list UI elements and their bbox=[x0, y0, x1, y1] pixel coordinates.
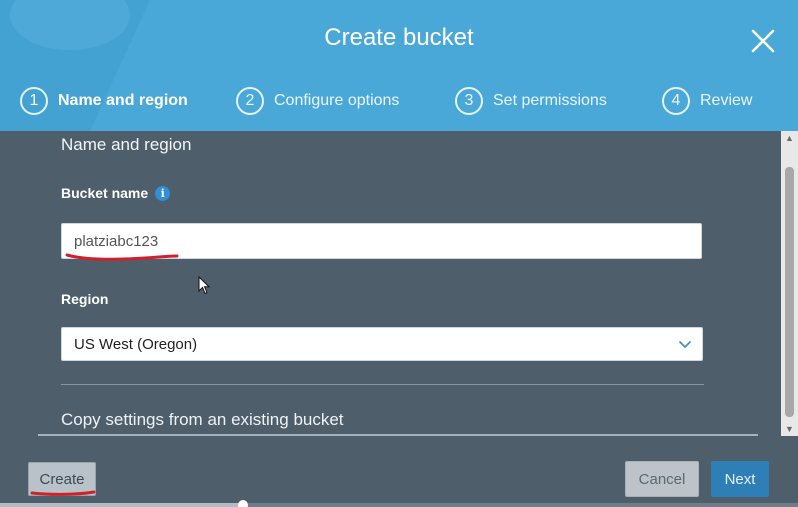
section-title: Name and region bbox=[61, 135, 192, 154]
bucket-name-label: Bucket name i bbox=[61, 185, 171, 201]
divider bbox=[61, 384, 704, 385]
step-set-permissions[interactable]: 3 Set permissions bbox=[455, 84, 607, 118]
info-icon[interactable]: i bbox=[155, 185, 171, 201]
video-progress-bar[interactable] bbox=[0, 500, 798, 507]
region-select[interactable]: US West (Oregon) bbox=[61, 327, 703, 361]
next-button[interactable]: Next bbox=[711, 461, 769, 497]
video-progress-handle[interactable] bbox=[238, 500, 248, 507]
dialog-header: Create bucket 1 Name and region 2 Config… bbox=[0, 0, 798, 131]
step-label: Review bbox=[700, 92, 753, 109]
video-progress-fill bbox=[0, 503, 244, 507]
step-number: 1 bbox=[20, 87, 48, 115]
copy-settings-link[interactable]: Copy settings from an existing bucket bbox=[61, 410, 344, 430]
close-icon[interactable] bbox=[750, 28, 776, 54]
region-select-value: US West (Oregon) bbox=[74, 335, 198, 353]
step-review[interactable]: 4 Review bbox=[662, 84, 752, 118]
mouse-pointer-icon bbox=[198, 276, 211, 295]
region-label: Region bbox=[61, 291, 109, 307]
step-name-and-region[interactable]: 1 Name and region bbox=[20, 84, 188, 118]
step-number: 2 bbox=[236, 87, 264, 115]
scrollbar[interactable]: ▲ ▼ bbox=[781, 131, 798, 436]
step-label: Configure options bbox=[274, 92, 400, 109]
scroll-down-arrow-icon[interactable]: ▼ bbox=[781, 422, 798, 436]
step-label: Name and region bbox=[58, 92, 188, 109]
red-annotation-underline bbox=[30, 490, 96, 496]
step-number: 3 bbox=[455, 87, 483, 115]
footer-divider bbox=[38, 434, 758, 436]
wizard-steps: 1 Name and region 2 Configure options 3 … bbox=[0, 84, 798, 118]
scrollbar-thumb[interactable] bbox=[785, 167, 794, 417]
cancel-button[interactable]: Cancel bbox=[625, 461, 699, 497]
chevron-down-icon bbox=[679, 341, 691, 348]
red-annotation-underline bbox=[65, 253, 179, 261]
dialog-title: Create bucket bbox=[324, 24, 474, 51]
step-number: 4 bbox=[662, 87, 690, 115]
step-configure-options[interactable]: 2 Configure options bbox=[236, 84, 399, 118]
scroll-up-arrow-icon[interactable]: ▲ bbox=[781, 131, 798, 145]
bucket-name-label-text: Bucket name bbox=[61, 185, 149, 201]
step-label: Set permissions bbox=[493, 92, 607, 109]
